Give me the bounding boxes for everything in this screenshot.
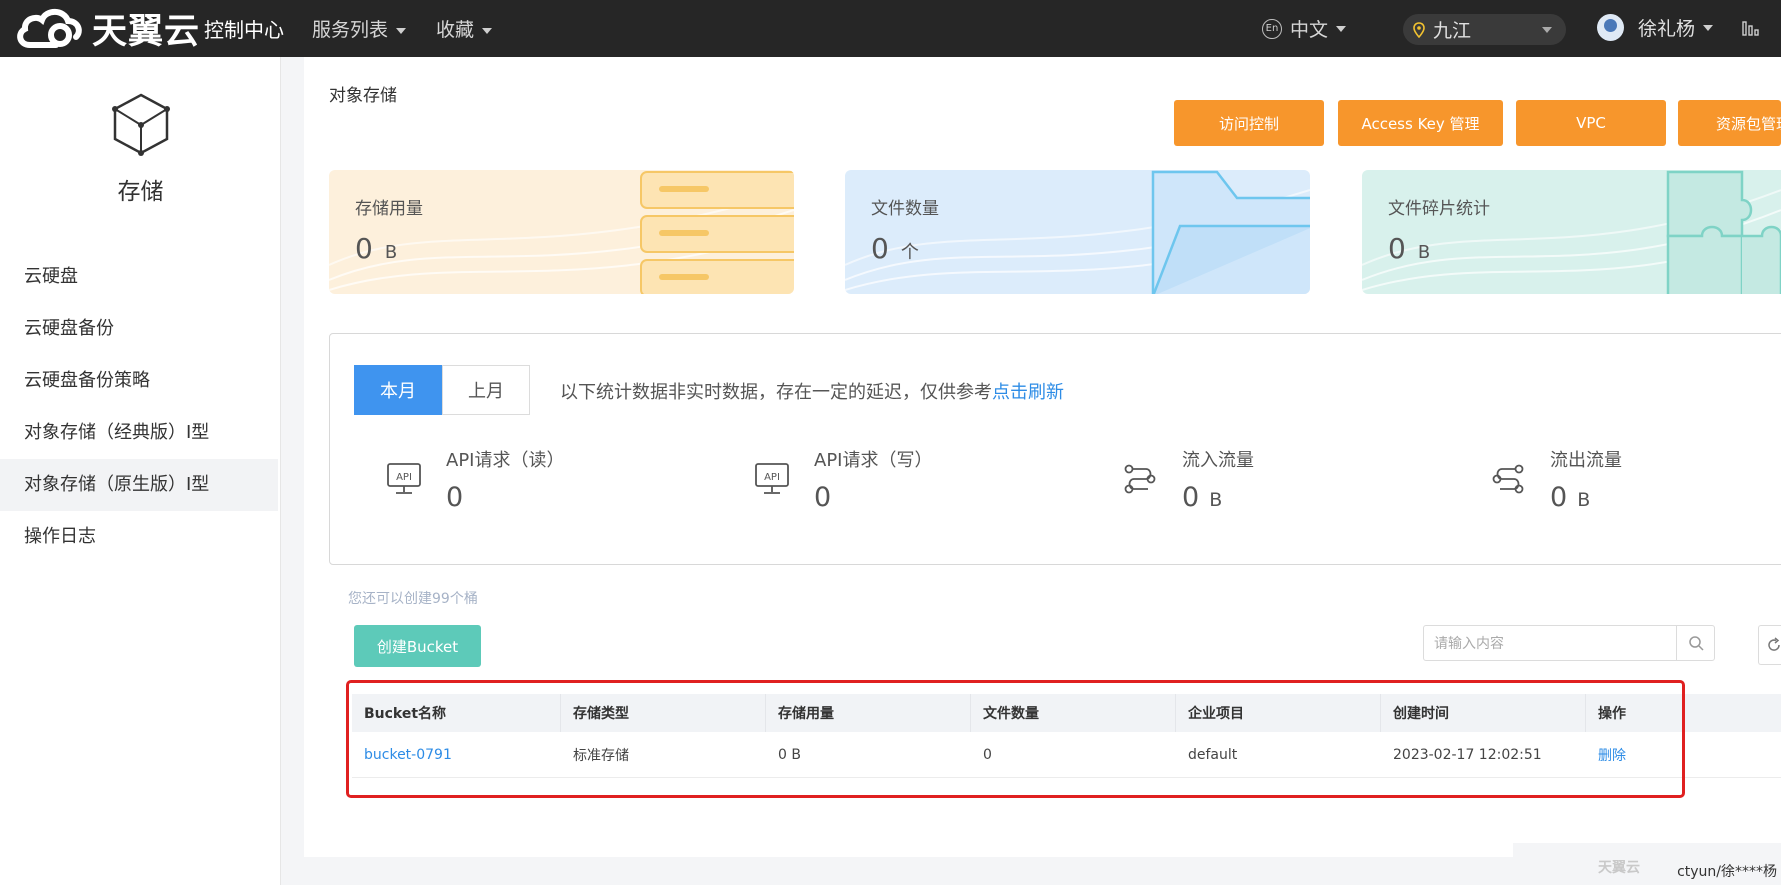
search-input[interactable] — [1424, 626, 1676, 660]
stat-label: 文件碎片统计 — [1388, 199, 1490, 219]
metric-value: 0B — [1182, 482, 1222, 513]
bar-chart-icon[interactable] — [1742, 20, 1760, 36]
brand-name: 天翼云 — [92, 11, 201, 52]
stat-unit: B — [384, 242, 398, 263]
flow-icon — [1492, 464, 1524, 494]
resource-pack-button[interactable]: 资源包管理 — [1678, 100, 1781, 146]
metric-value: 0B — [1550, 482, 1590, 513]
region-selector[interactable]: 九江 — [1403, 14, 1566, 45]
stat-number: 0 — [1388, 232, 1406, 265]
sidebar-menu: 云硬盘 云硬盘备份 云硬盘备份策略 对象存储（经典版）Ⅰ型 对象存储（原生版）Ⅰ… — [0, 251, 278, 563]
page-title: 对象存储 — [329, 86, 397, 106]
period-toggle: 本月 上月 — [354, 365, 530, 415]
vpc-button[interactable]: VPC — [1516, 100, 1666, 146]
stat-card-storage: 存储用量 0B — [329, 170, 794, 294]
user-menu[interactable]: 徐礼杨 — [1597, 14, 1714, 41]
favorites-menu[interactable]: 收藏 — [436, 15, 493, 42]
service-list-label: 服务列表 — [312, 19, 389, 41]
sidebar-title: 存储 — [117, 179, 164, 205]
chevron-down-icon — [1336, 25, 1347, 32]
create-bucket-button[interactable]: 创建Bucket — [354, 625, 481, 667]
stat-number: 0 — [871, 232, 889, 265]
stat-unit: B — [1417, 242, 1431, 263]
watermark-logo: 天翼云 — [1598, 860, 1640, 876]
stat-value: 0个 — [871, 232, 919, 265]
location-pin-icon — [1413, 21, 1425, 38]
svg-text:API: API — [396, 472, 412, 483]
search-box — [1423, 625, 1715, 661]
chevron-down-icon — [1703, 24, 1714, 31]
metric-value: 0 — [446, 482, 464, 513]
svg-text:API: API — [764, 472, 780, 483]
watermark: 天翼云 ctyun/徐****杨 — [1513, 843, 1781, 885]
stat-card-fragments: 文件碎片统计 0B — [1362, 170, 1781, 294]
search-icon — [1688, 636, 1704, 651]
metric-label: 流入流量 — [1182, 450, 1254, 471]
access-key-button[interactable]: Access Key 管理 — [1338, 100, 1503, 146]
statistics-notice: 以下统计数据非实时数据，存在一定的延迟，仅供参考点击刷新 — [560, 378, 1064, 404]
region-label: 九江 — [1433, 20, 1472, 42]
chevron-down-icon — [482, 27, 493, 34]
stat-number: 0 — [355, 232, 373, 265]
brand-logo[interactable]: 天翼云 — [16, 4, 200, 52]
top-navigation-bar: 天翼云 控制中心 服务列表 收藏 En 中文 九江 徐礼杨 — [0, 0, 1781, 57]
metric-value: 0 — [814, 482, 832, 513]
metric-unit: B — [1209, 489, 1223, 511]
flow-icon — [1124, 464, 1156, 494]
metric-label: 流出流量 — [1550, 450, 1622, 471]
tab-last-month[interactable]: 上月 — [442, 365, 530, 415]
cube-icon — [111, 93, 170, 156]
metric-label: API请求（读） — [446, 450, 565, 471]
refresh-icon — [1767, 637, 1780, 651]
sidebar-item-oss-native[interactable]: 对象存储（原生版）Ⅰ型 — [0, 459, 278, 511]
language-label: 中文 — [1290, 19, 1329, 41]
favorites-label: 收藏 — [436, 19, 475, 41]
console-link[interactable]: 控制中心 — [204, 14, 284, 43]
stat-label: 文件数量 — [871, 199, 939, 219]
stat-unit: 个 — [900, 242, 919, 263]
access-control-button[interactable]: 访问控制 — [1174, 100, 1324, 146]
sidebar-item-operation-log[interactable]: 操作日志 — [0, 511, 278, 563]
language-selector[interactable]: En 中文 — [1262, 15, 1347, 42]
usage-statistics-panel: 本月 上月 以下统计数据非实时数据，存在一定的延迟，仅供参考点击刷新 API A… — [329, 333, 1781, 565]
watermark-text: ctyun/徐****杨 — [1677, 864, 1777, 880]
stat-label: 存储用量 — [355, 199, 423, 219]
cloud-logo-icon — [17, 8, 82, 48]
metric-number: 0 — [1550, 482, 1568, 513]
stat-value: 0B — [1388, 232, 1430, 265]
api-monitor-icon: API — [755, 463, 789, 494]
refresh-link[interactable]: 点击刷新 — [992, 382, 1064, 403]
sidebar-item-disk-backup[interactable]: 云硬盘备份 — [0, 303, 278, 355]
stat-card-files: 文件数量 0个 — [845, 170, 1310, 294]
bucket-quota-text: 您还可以创建99个桶 — [348, 591, 478, 607]
chevron-down-icon — [396, 27, 407, 34]
notice-text: 以下统计数据非实时数据，存在一定的延迟，仅供参考 — [560, 382, 992, 403]
language-icon: En — [1262, 18, 1282, 39]
stat-value: 0B — [355, 232, 397, 265]
sidebar-header: 存储 — [0, 92, 281, 206]
search-button[interactable] — [1676, 626, 1714, 660]
sidebar-item-cloud-disk[interactable]: 云硬盘 — [0, 251, 278, 303]
api-monitor-icon: API — [387, 463, 421, 494]
service-list-menu[interactable]: 服务列表 — [312, 15, 407, 42]
refresh-button[interactable] — [1758, 625, 1781, 665]
sidebar-item-oss-classic[interactable]: 对象存储（经典版）Ⅰ型 — [0, 407, 278, 459]
metric-number: 0 — [1182, 482, 1200, 513]
metric-unit: B — [1577, 489, 1591, 511]
highlight-annotation — [346, 680, 1685, 798]
metric-label: API请求（写） — [814, 450, 933, 471]
avatar — [1597, 14, 1624, 41]
sidebar: 存储 云硬盘 云硬盘备份 云硬盘备份策略 对象存储（经典版）Ⅰ型 对象存储（原生… — [0, 57, 281, 885]
server-stack-icon — [329, 171, 794, 294]
user-name: 徐礼杨 — [1638, 18, 1696, 40]
footer-strip — [281, 857, 1513, 885]
chevron-down-icon — [1542, 27, 1552, 33]
tab-this-month[interactable]: 本月 — [354, 365, 442, 415]
sidebar-item-backup-policy[interactable]: 云硬盘备份策略 — [0, 355, 278, 407]
